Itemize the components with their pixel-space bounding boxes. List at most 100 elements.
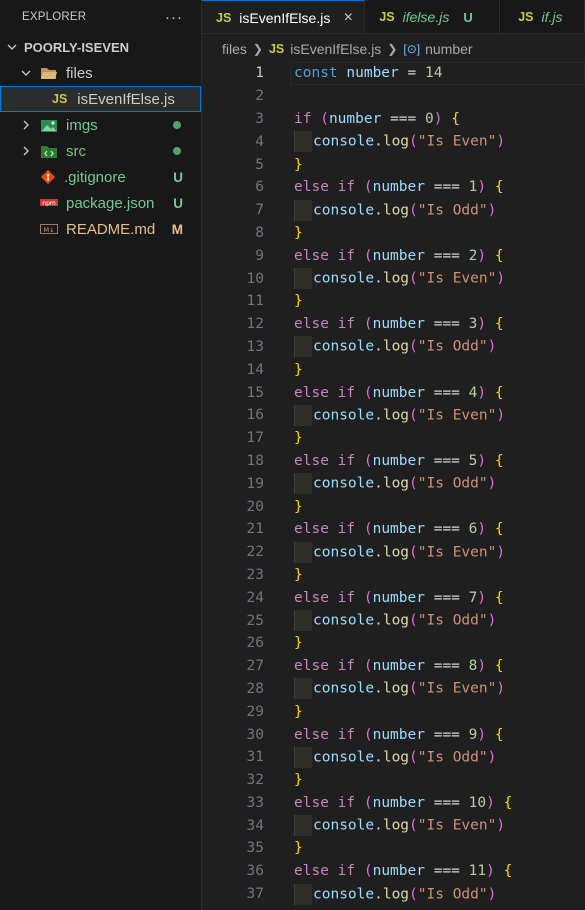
- breadcrumb-symbol[interactable]: number: [425, 41, 472, 57]
- code-line[interactable]: 8}: [202, 222, 585, 245]
- explorer-sidebar: EXPLORER ··· POORLY-ISEVEN files JS isEv…: [0, 0, 202, 910]
- chevron-right-icon: ❯: [252, 42, 263, 56]
- code-editor[interactable]: 1 const number = 14 2 3 if (number === 0) {4…: [202, 62, 585, 905]
- breadcrumb-file[interactable]: isEvenIfElse.js: [290, 41, 381, 57]
- line-number: 26: [246, 635, 264, 652]
- line-number: 12: [246, 316, 264, 333]
- code-line[interactable]: 28 console.log("Is Even"): [202, 678, 585, 701]
- code-text: }: [294, 498, 303, 515]
- tab-bar: JS isEvenIfElse.js × JS ifelse.js U JS i…: [202, 0, 585, 34]
- code-line[interactable]: 1 const number = 14: [202, 62, 585, 85]
- tab-ifelse-js[interactable]: JS ifelse.js U: [365, 0, 501, 33]
- line-number: 23: [246, 566, 264, 583]
- code-line[interactable]: 24 else if (number === 7) {: [202, 586, 585, 609]
- image-folder-icon: [40, 118, 58, 133]
- js-file-icon: JS: [379, 10, 395, 24]
- code-text: else if (number === 4) {: [294, 384, 504, 401]
- tree-item-label: README.md: [66, 220, 156, 238]
- breadcrumb-folder[interactable]: files: [222, 41, 247, 57]
- code-line[interactable]: 29}: [202, 700, 585, 723]
- line-number: 6: [255, 179, 264, 196]
- chevron-right-icon: [18, 117, 34, 133]
- code-text: else if (number === 1) {: [294, 179, 504, 196]
- line-number: 35: [246, 840, 264, 857]
- code-line[interactable]: 16 console.log("Is Even"): [202, 404, 585, 427]
- code-text: console.log("Is Even"): [294, 268, 505, 290]
- js-file-icon: JS: [518, 10, 534, 24]
- line-number: 9: [255, 247, 264, 264]
- code-text: }: [294, 566, 303, 583]
- code-line[interactable]: 30 else if (number === 9) {: [202, 723, 585, 746]
- line-number: 36: [246, 863, 264, 880]
- line-number: 29: [246, 703, 264, 720]
- code-line[interactable]: 12 else if (number === 3) {: [202, 313, 585, 336]
- more-actions-icon[interactable]: ···: [165, 9, 183, 26]
- line-number: 22: [246, 544, 264, 561]
- untracked-badge: U: [173, 195, 183, 211]
- tab-if-js[interactable]: JS if.js: [500, 0, 585, 33]
- close-icon[interactable]: ×: [340, 9, 356, 27]
- tree-item-src[interactable]: src: [0, 138, 201, 164]
- code-text: else if (number === 2) {: [294, 247, 504, 264]
- tree-item-imgs[interactable]: imgs: [0, 112, 201, 138]
- code-line[interactable]: 25 console.log("Is Odd"): [202, 609, 585, 632]
- code-line[interactable]: 36 else if (number === 11) {: [202, 860, 585, 883]
- tree-item-label: .gitignore: [64, 168, 126, 186]
- code-line[interactable]: 5}: [202, 153, 585, 176]
- project-folder[interactable]: POORLY-ISEVEN: [0, 34, 201, 60]
- modified-badge: M: [171, 221, 183, 237]
- code-line[interactable]: 33 else if (number === 10) {: [202, 792, 585, 815]
- code-text: if (number === 0) {: [294, 110, 460, 127]
- code-line[interactable]: 22 console.log("Is Even"): [202, 541, 585, 564]
- code-line[interactable]: 17}: [202, 427, 585, 450]
- code-line[interactable]: 7 console.log("Is Odd"): [202, 199, 585, 222]
- code-line[interactable]: 23}: [202, 564, 585, 587]
- line-number: 16: [246, 407, 264, 424]
- code-line[interactable]: 26}: [202, 632, 585, 655]
- code-text: else if (number === 5) {: [294, 452, 504, 469]
- line-number: 27: [246, 658, 264, 675]
- code-line[interactable]: 15 else if (number === 4) {: [202, 381, 585, 404]
- code-line[interactable]: 13 console.log("Is Odd"): [202, 336, 585, 359]
- tree-item-package-json[interactable]: npm package.json U: [0, 190, 201, 216]
- js-file-icon: JS: [52, 92, 68, 106]
- code-text: console.log("Is Even"): [294, 404, 505, 426]
- code-text: }: [294, 224, 303, 241]
- code-line[interactable]: 32}: [202, 769, 585, 792]
- line-number: 13: [246, 338, 264, 355]
- code-text: console.log("Is Even"): [294, 541, 505, 563]
- folder-open-icon: [40, 66, 58, 80]
- code-line[interactable]: 9 else if (number === 2) {: [202, 244, 585, 267]
- code-text: else if (number === 9) {: [294, 726, 504, 743]
- code-line[interactable]: 19 console.log("Is Odd"): [202, 472, 585, 495]
- status-dot: [173, 121, 181, 129]
- code-line[interactable]: 10 console.log("Is Even"): [202, 267, 585, 290]
- code-line[interactable]: 3 if (number === 0) {: [202, 108, 585, 131]
- source-folder-icon: [40, 144, 58, 159]
- tree-item-isevenifelse-js[interactable]: JS isEvenIfElse.js: [0, 86, 201, 112]
- code-line[interactable]: 20}: [202, 495, 585, 518]
- explorer-title: EXPLORER: [22, 11, 87, 23]
- tree-item-gitignore[interactable]: .gitignore U: [0, 164, 201, 190]
- code-line[interactable]: 27 else if (number === 8) {: [202, 655, 585, 678]
- tab-isevenifelse-js[interactable]: JS isEvenIfElse.js ×: [202, 0, 366, 33]
- code-line[interactable]: 18 else if (number === 5) {: [202, 450, 585, 473]
- code-line[interactable]: 6 else if (number === 1) {: [202, 176, 585, 199]
- code-line[interactable]: 35}: [202, 837, 585, 860]
- code-line[interactable]: 14}: [202, 358, 585, 381]
- code-line[interactable]: 34 console.log("Is Even"): [202, 814, 585, 837]
- line-number: 34: [246, 817, 264, 834]
- line-number: 32: [246, 772, 264, 789]
- code-line[interactable]: 11}: [202, 290, 585, 313]
- tree-item-readme[interactable]: M↓ README.md M: [0, 216, 201, 242]
- code-line[interactable]: 37 console.log("Is Odd"): [202, 883, 585, 906]
- code-line[interactable]: 4 console.log("Is Even"): [202, 130, 585, 153]
- code-text: }: [294, 293, 303, 310]
- line-number: 17: [246, 430, 264, 447]
- code-line[interactable]: 31 console.log("Is Odd"): [202, 746, 585, 769]
- code-line[interactable]: 2: [202, 85, 585, 108]
- tree-item-files[interactable]: files: [0, 60, 201, 86]
- code-line[interactable]: 21 else if (number === 6) {: [202, 518, 585, 541]
- code-text: }: [294, 430, 303, 447]
- code-text: }: [294, 635, 303, 652]
